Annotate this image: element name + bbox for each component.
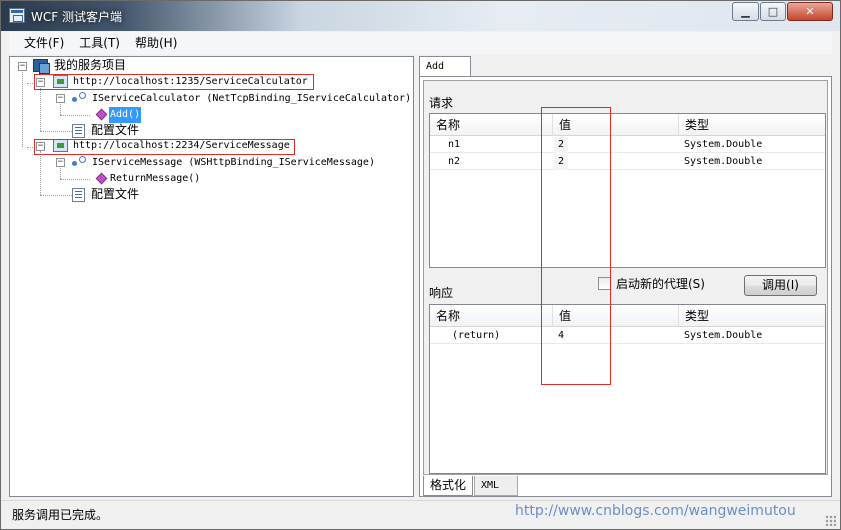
highlight-box	[34, 74, 314, 90]
operation-icon	[95, 172, 108, 185]
services-root-icon	[33, 59, 50, 74]
result-type: System.Double	[684, 330, 763, 341]
operation-content: 请求 名称 值 类型 n1 2 System.Double n2 2 Syste…	[423, 80, 828, 475]
table-row[interactable]: (return) 4 System.Double	[430, 328, 825, 344]
config-file-icon	[72, 124, 85, 138]
column-header-name[interactable]: 名称	[430, 305, 553, 327]
tab-xml[interactable]: XML	[474, 476, 518, 496]
tree-contract-2[interactable]: IServiceMessage (WSHttpBinding_IServiceM…	[91, 155, 376, 171]
status-bar: 服务调用已完成。 http://www.cnblogs.com/wangweim…	[1, 500, 840, 529]
new-proxy-label: 启动新的代理(S)	[616, 277, 705, 291]
menu-bar: 文件(F) 工具(T) 帮助(H)	[9, 32, 832, 54]
response-grid-header: 名称 值 类型	[430, 305, 825, 327]
param-type: System.Double	[684, 139, 763, 150]
request-grid-header: 名称 值 类型	[430, 114, 825, 136]
column-header-type[interactable]: 类型	[679, 305, 827, 327]
request-label: 请求	[429, 96, 454, 110]
tree-config-2[interactable]: 配置文件	[90, 186, 140, 202]
tree-line	[60, 115, 90, 116]
tree-line	[22, 69, 23, 147]
maximize-icon: □	[767, 5, 779, 18]
service-tree[interactable]: − 我的服务项目 − http://localhost:1235/Service…	[9, 56, 414, 497]
tree-root-label[interactable]: 我的服务项目	[53, 57, 127, 73]
tree-config-1[interactable]: 配置文件	[90, 122, 140, 138]
param-name: n2	[448, 156, 461, 167]
document-tabs: Add	[419, 56, 832, 78]
invoke-button[interactable]: 调用(I)	[744, 275, 817, 296]
contract-icon	[72, 92, 86, 104]
title-bar[interactable]: WCF 测试客户端 ▁ □ ✕	[1, 1, 840, 31]
tree-line	[40, 151, 41, 195]
resize-grip-icon[interactable]	[825, 515, 836, 526]
minimize-icon: ▁	[741, 5, 750, 18]
config-file-icon	[72, 188, 85, 202]
tab-formatted[interactable]: 格式化	[423, 476, 473, 496]
new-proxy-option[interactable]: 启动新的代理(S)	[598, 275, 705, 292]
close-button[interactable]: ✕	[787, 2, 833, 21]
watermark: http://www.cnblogs.com/wangweimutou	[515, 503, 796, 519]
menu-help[interactable]: 帮助(H)	[128, 33, 185, 53]
column-header-type[interactable]: 类型	[679, 114, 827, 136]
response-grid[interactable]: 名称 值 类型 (return) 4 System.Double	[429, 304, 826, 474]
tree-line	[40, 195, 72, 196]
tree-line	[40, 131, 72, 132]
tree-contract-1[interactable]: IServiceCalculator (NetTcpBinding_IServi…	[91, 91, 412, 107]
tree-line	[40, 85, 41, 131]
table-row[interactable]: n1 2 System.Double	[430, 137, 825, 153]
highlight-box	[34, 139, 295, 155]
highlight-box	[541, 107, 611, 385]
tree-operation-returnmessage[interactable]: ReturnMessage()	[109, 171, 201, 187]
tree-line	[60, 101, 61, 115]
collapse-toggle[interactable]: −	[56, 158, 65, 167]
tab-add[interactable]: Add	[419, 56, 471, 78]
result-name: (return)	[452, 330, 501, 341]
table-row[interactable]: n2 2 System.Double	[430, 154, 825, 170]
column-header-name[interactable]: 名称	[430, 114, 553, 136]
tree-line	[60, 165, 61, 179]
status-text: 服务调用已完成。	[12, 508, 109, 522]
window-title: WCF 测试客户端	[31, 10, 122, 24]
operation-panel: 请求 名称 值 类型 n1 2 System.Double n2 2 Syste…	[419, 76, 832, 497]
view-tabs: 格式化 XML	[423, 476, 723, 496]
menu-tools[interactable]: 工具(T)	[72, 33, 128, 53]
collapse-toggle[interactable]: −	[56, 94, 65, 103]
maximize-button[interactable]: □	[760, 2, 786, 21]
app-icon	[9, 8, 25, 23]
app-window: WCF 测试客户端 ▁ □ ✕ 文件(F) 工具(T) 帮助(H) − 我的服务…	[0, 0, 841, 530]
minimize-button[interactable]: ▁	[732, 2, 759, 21]
param-type: System.Double	[684, 156, 763, 167]
contract-icon	[72, 156, 86, 168]
menu-file[interactable]: 文件(F)	[17, 33, 72, 53]
close-icon: ✕	[805, 5, 815, 18]
operation-icon	[95, 108, 108, 121]
response-label: 响应	[429, 286, 454, 300]
param-name: n1	[448, 139, 461, 150]
request-grid[interactable]: 名称 值 类型 n1 2 System.Double n2 2 System.D…	[429, 113, 826, 268]
collapse-toggle[interactable]: −	[18, 62, 27, 71]
tree-operation-add[interactable]: Add()	[109, 107, 142, 123]
tree-line	[60, 179, 90, 180]
